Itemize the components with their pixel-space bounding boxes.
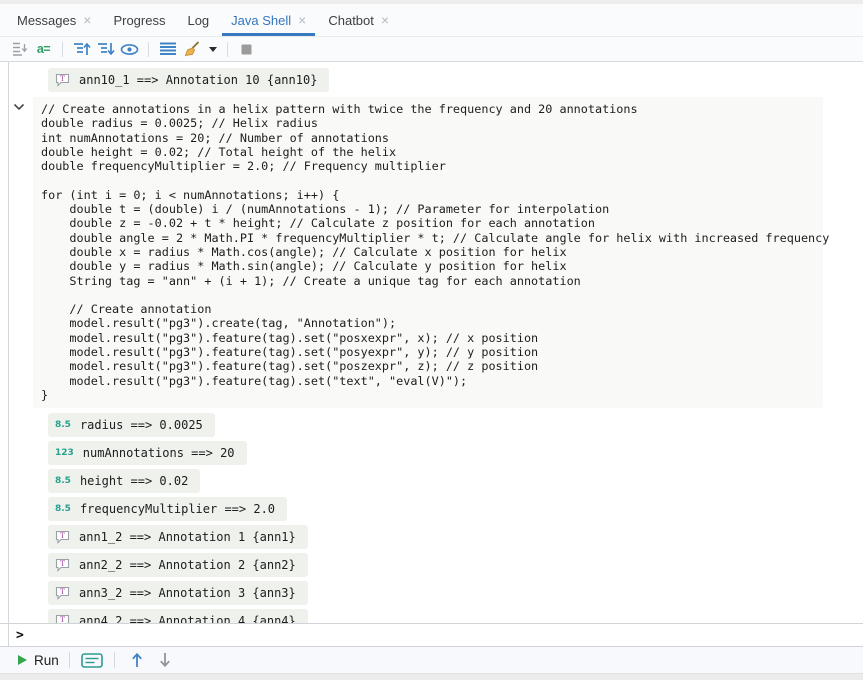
tab-close-icon[interactable]: × [83,13,91,27]
java-shell-window: Messages×ProgressLogJava Shell×Chatbot× … [0,0,863,680]
annotation-icon: T [55,558,70,572]
console-prompt-row[interactable]: > [0,623,863,646]
result-text: ann3_2 ==> Annotation 3 {ann3} [79,586,296,600]
tab-close-icon[interactable]: × [381,13,389,27]
tab-label: Messages [17,13,76,28]
show-hide-output-icon[interactable] [119,39,140,60]
run-button[interactable]: Run [18,653,59,668]
copy-lines-icon[interactable] [9,39,30,60]
svg-text:T: T [60,587,65,596]
result-text: ann10_1 ==> Annotation 10 {ann10} [79,73,317,87]
annotation-icon: T [55,530,70,544]
result-text: radius ==> 0.0025 [80,418,203,432]
run-toolbar: Run [0,646,863,673]
result-row: Tann2_2 ==> Annotation 2 {ann2} [48,553,308,577]
clear-dropdown-arrow[interactable] [205,39,219,60]
tab-java-shell[interactable]: Java Shell × [220,4,317,36]
console-history-area[interactable]: T ann10_1 ==> Annotation 10 {ann10} // C… [0,62,863,623]
result-text: ann1_2 ==> Annotation 1 {ann1} [79,530,296,544]
select-all-lines-icon[interactable] [157,39,178,60]
stop-icon[interactable] [236,39,257,60]
toolbar-separator [148,42,149,57]
annotation-icon: T [55,614,70,623]
double-type-icon: 8.5 [55,476,71,486]
result-text: frequencyMultiplier ==> 2.0 [80,502,275,516]
scroll-down-icon[interactable] [153,650,177,670]
result-row: T ann10_1 ==> Annotation 10 {ann10} [48,68,329,92]
result-row: 8.5 frequencyMultiplier ==> 2.0 [48,497,287,521]
window-bottom-strip [0,673,863,680]
svg-text:T: T [60,74,65,83]
int-type-icon: 123 [55,448,74,458]
tab-label: Chatbot [328,13,374,28]
code-fold-chevron-icon[interactable] [13,98,25,106]
runbar-separator [69,652,70,668]
command-window-icon[interactable] [80,650,104,670]
tab-label: Java Shell [231,13,291,28]
show-values-icon[interactable]: a= [33,39,54,60]
result-row: 8.5 height ==> 0.02 [48,469,200,493]
tab-label: Progress [113,13,165,28]
tab-messages[interactable]: Messages × [6,4,102,36]
result-row: Tann3_2 ==> Annotation 3 {ann3} [48,581,308,605]
tab-label: Log [187,13,209,28]
result-text: numAnnotations ==> 20 [83,446,235,460]
svg-text:T: T [60,559,65,568]
clear-console-icon[interactable] [181,39,202,60]
runbar-separator [114,652,115,668]
result-text: ann2_2 ==> Annotation 2 {ann2} [79,558,296,572]
toolbar-separator [227,42,228,57]
code-text: // Create annotations in a helix pattern… [41,102,815,402]
tab-close-icon[interactable]: × [298,13,306,27]
results-list: 8.5 radius ==> 0.0025 123 numAnnotations ==… [0,411,863,623]
annotation-icon: T [55,586,70,600]
double-type-icon: 8.5 [55,420,71,430]
tab-bar: Messages × Progress Log Java Shell × Chatbot × [0,4,863,37]
scroll-up-icon[interactable] [125,650,149,670]
result-row: Tann4_2 ==> Annotation 4 {ann4} [48,609,308,623]
result-row: 8.5 radius ==> 0.0025 [48,413,215,437]
gutter-border [8,624,9,646]
prompt-char: > [16,628,24,643]
result-row: 123 numAnnotations ==> 20 [48,441,247,465]
scroll-to-previous-icon[interactable] [71,39,92,60]
tab-chatbot[interactable]: Chatbot × [317,4,400,36]
toolbar-separator [62,42,63,57]
run-play-icon [18,655,27,665]
run-button-label: Run [34,653,59,668]
tab-log[interactable]: Log [176,4,220,36]
code-input-block[interactable]: // Create annotations in a helix pattern… [33,97,823,408]
result-row: Tann1_2 ==> Annotation 1 {ann1} [48,525,308,549]
scroll-to-next-icon[interactable] [95,39,116,60]
svg-text:T: T [60,531,65,540]
result-text: ann4_2 ==> Annotation 4 {ann4} [79,614,296,623]
annotation-icon: T [55,73,70,87]
console-toolbar: a= [0,37,863,62]
double-type-icon: 8.5 [55,504,71,514]
result-text: height ==> 0.02 [80,474,188,488]
svg-text:T: T [60,615,65,623]
gutter-border [8,62,9,623]
tab-progress[interactable]: Progress [102,4,176,36]
chevron-down-icon [209,47,217,52]
